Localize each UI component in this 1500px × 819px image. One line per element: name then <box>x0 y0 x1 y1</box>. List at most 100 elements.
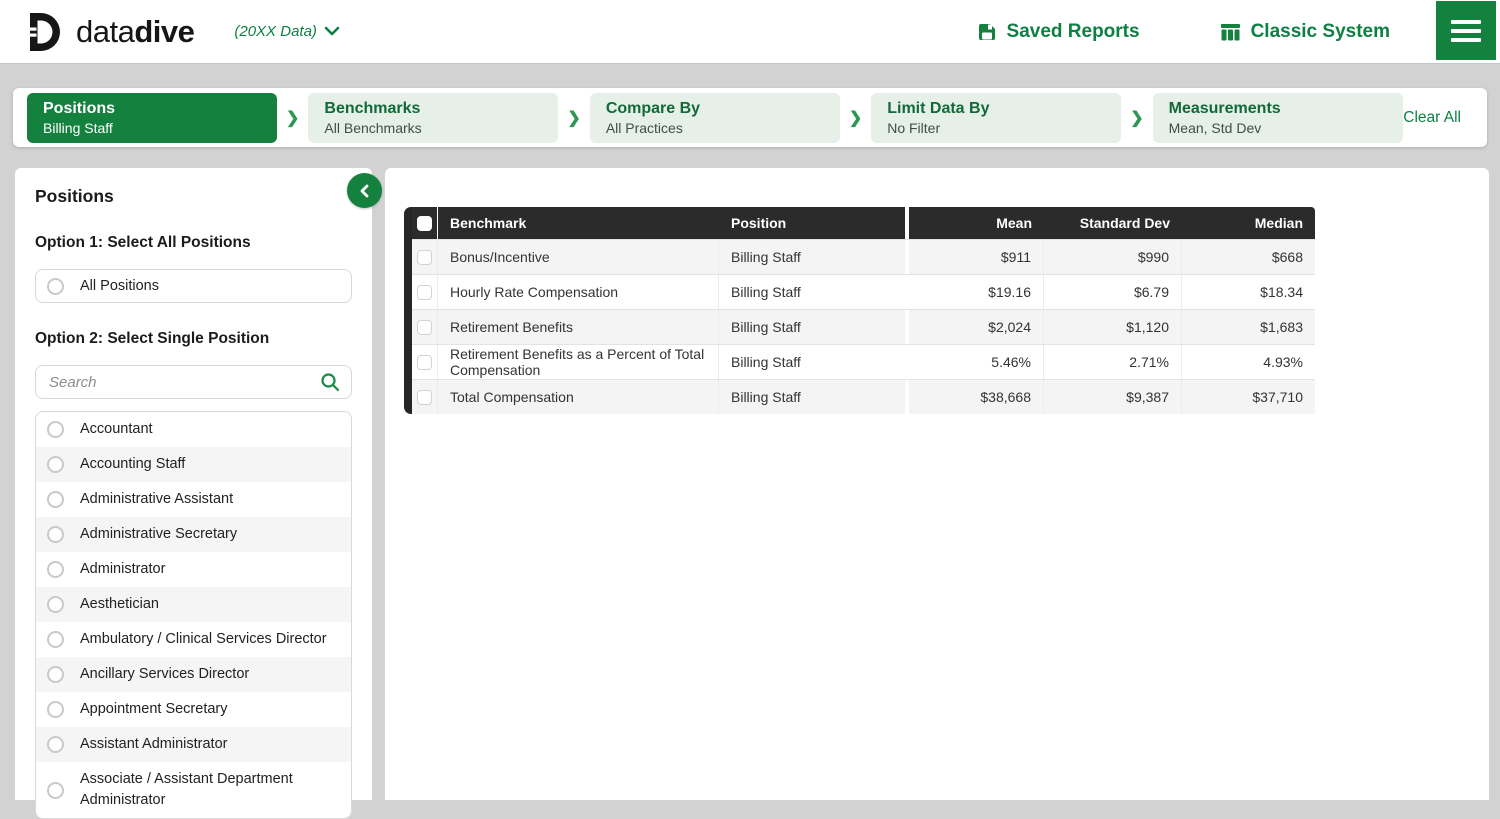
mean-cell: $19.16 <box>909 275 1044 309</box>
position-list-item[interactable]: Appointment Secretary <box>36 692 351 727</box>
column-header-position: Position <box>719 207 909 239</box>
step-measurements[interactable]: Measurements Mean, Std Dev <box>1153 93 1403 143</box>
search-input[interactable] <box>47 373 312 392</box>
radio-button[interactable] <box>47 631 64 648</box>
position-list-item[interactable]: Associate / Assistant Department Adminis… <box>36 762 351 818</box>
search-icon[interactable] <box>320 372 340 392</box>
benchmarks-table: Benchmark Position Mean Standard Dev Med… <box>404 207 1315 414</box>
datadive-logo[interactable]: datadive <box>26 11 194 53</box>
step-title: Limit Data By <box>887 99 1105 118</box>
step-subtitle: Billing Staff <box>43 120 261 137</box>
position-label: Ambulatory / Clinical Services Director <box>80 629 327 650</box>
row-checkbox[interactable] <box>412 380 438 414</box>
position-label: Administrator <box>80 559 165 580</box>
saved-reports-button[interactable]: Saved Reports <box>977 21 1140 43</box>
report-title-suffix: (20XX Data) <box>234 23 317 40</box>
radio-button[interactable] <box>47 456 64 473</box>
wizard-step-bar: Positions Billing Staff ❯ Benchmarks All… <box>13 88 1487 147</box>
row-checkbox[interactable] <box>412 310 438 344</box>
chevron-right-icon: ❯ <box>1130 108 1143 128</box>
classic-system-label: Classic System <box>1251 21 1390 43</box>
position-label: Administrative Secretary <box>80 524 237 545</box>
chevron-right-icon: ❯ <box>286 108 299 128</box>
radio-button[interactable] <box>47 782 64 799</box>
radio-button[interactable] <box>47 491 64 508</box>
radio-button[interactable] <box>47 526 64 543</box>
mean-cell: 5.46% <box>909 345 1044 379</box>
hamburger-menu-icon[interactable] <box>1436 1 1496 60</box>
mean-cell: $911 <box>909 240 1044 274</box>
benchmark-cell: Hourly Rate Compensation <box>438 275 719 309</box>
option2-heading: Option 2: Select Single Position <box>35 330 352 348</box>
row-checkbox[interactable] <box>412 240 438 274</box>
position-list-item[interactable]: Administrative Secretary <box>36 517 351 552</box>
step-subtitle: No Filter <box>887 120 1105 137</box>
step-title: Measurements <box>1169 99 1387 118</box>
position-label: Administrative Assistant <box>80 489 233 510</box>
sidebar-title: Positions <box>35 186 352 207</box>
position-list-item[interactable]: Administrative Assistant <box>36 482 351 517</box>
radio-button[interactable] <box>47 701 64 718</box>
position-label: Appointment Secretary <box>80 699 228 720</box>
radio-button[interactable] <box>47 666 64 683</box>
table-row: Retirement Benefits as a Percent of Tota… <box>412 344 1315 379</box>
step-subtitle: Mean, Std Dev <box>1169 120 1387 137</box>
step-title: Benchmarks <box>324 99 542 118</box>
row-checkbox[interactable] <box>412 275 438 309</box>
position-list-item[interactable]: Ancillary Services Director <box>36 657 351 692</box>
position-label: Ancillary Services Director <box>80 664 249 685</box>
position-list-item[interactable]: Administrator <box>36 552 351 587</box>
sidebar-collapse-button[interactable] <box>347 173 382 208</box>
step-compare-by[interactable]: Compare By All Practices <box>590 93 840 143</box>
positions-list: Accountant Accounting Staff Administrati… <box>35 411 352 819</box>
save-icon <box>977 22 997 42</box>
report-title-dropdown[interactable]: Management and Staff | 20XX (20XX Data) <box>226 23 340 41</box>
table-header-row: Benchmark Position Mean Standard Dev Med… <box>412 207 1315 239</box>
standard-dev-cell: $1,120 <box>1044 310 1182 344</box>
position-search <box>35 365 352 399</box>
clear-all-link[interactable]: Clear All <box>1403 109 1461 127</box>
step-positions[interactable]: Positions Billing Staff <box>27 93 277 143</box>
benchmark-cell: Retirement Benefits <box>438 310 719 344</box>
step-benchmarks[interactable]: Benchmarks All Benchmarks <box>308 93 558 143</box>
step-subtitle: All Practices <box>606 120 824 137</box>
position-list-item[interactable]: Assistant Administrator <box>36 727 351 762</box>
radio-button[interactable] <box>47 421 64 438</box>
radio-button[interactable] <box>47 561 64 578</box>
standard-dev-cell: 2.71% <box>1044 345 1182 379</box>
position-cell: Billing Staff <box>719 275 909 309</box>
all-positions-label: All Positions <box>80 278 159 294</box>
position-list-item[interactable]: Ambulatory / Clinical Services Director <box>36 622 351 657</box>
radio-button[interactable] <box>47 596 64 613</box>
position-list-item[interactable]: Accountant <box>36 412 351 447</box>
step-title: Compare By <box>606 99 824 118</box>
median-cell: $37,710 <box>1182 380 1315 414</box>
column-header-benchmark: Benchmark <box>438 207 719 239</box>
radio-button[interactable] <box>47 736 64 753</box>
table-row: Hourly Rate Compensation Billing Staff $… <box>412 274 1315 309</box>
radio-button[interactable] <box>47 278 64 295</box>
mean-cell: $38,668 <box>909 380 1044 414</box>
results-panel: Benchmark Position Mean Standard Dev Med… <box>385 168 1489 800</box>
median-cell: $668 <box>1182 240 1315 274</box>
row-checkbox[interactable] <box>412 345 438 379</box>
select-all-checkbox[interactable] <box>412 207 438 239</box>
step-limit-data-by[interactable]: Limit Data By No Filter <box>871 93 1121 143</box>
step-title: Positions <box>43 99 261 118</box>
mean-cell: $2,024 <box>909 310 1044 344</box>
standard-dev-cell: $9,387 <box>1044 380 1182 414</box>
position-cell: Billing Staff <box>719 240 909 274</box>
position-list-item[interactable]: Aesthetician <box>36 587 351 622</box>
median-cell: $1,683 <box>1182 310 1315 344</box>
position-cell: Billing Staff <box>719 380 909 414</box>
classic-system-button[interactable]: Classic System <box>1220 21 1390 43</box>
all-positions-option[interactable]: All Positions <box>35 269 352 303</box>
median-cell: $18.34 <box>1182 275 1315 309</box>
saved-reports-label: Saved Reports <box>1007 21 1140 43</box>
position-list-item[interactable]: Accounting Staff <box>36 447 351 482</box>
table-row: Retirement Benefits Billing Staff $2,024… <box>412 309 1315 344</box>
median-cell: 4.93% <box>1182 345 1315 379</box>
header-actions: Saved Reports Classic System <box>977 21 1390 43</box>
table-row: Total Compensation Billing Staff $38,668… <box>412 379 1315 414</box>
column-header-mean: Mean <box>909 207 1044 239</box>
